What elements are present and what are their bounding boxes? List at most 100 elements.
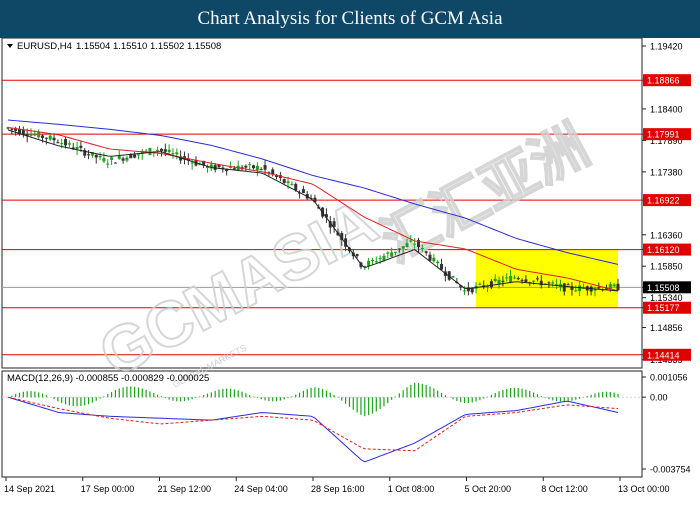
candle-body: [616, 283, 620, 291]
candle-body: [121, 158, 125, 161]
candle-body: [106, 163, 110, 165]
candle-body: [133, 154, 137, 158]
candle-body: [87, 154, 91, 156]
candle-body: [290, 184, 294, 186]
candle-body: [167, 149, 171, 153]
price-tick-label: 1.14856: [650, 323, 683, 333]
level-label: 1.16922: [647, 196, 680, 206]
candle-body: [409, 240, 413, 242]
candle-body: [413, 243, 417, 245]
candle-body: [301, 189, 305, 193]
candle-body: [294, 183, 298, 191]
time-tick-label: 13 Oct 00:00: [618, 484, 670, 494]
candle-body: [148, 148, 152, 155]
candle-body: [125, 157, 129, 161]
candle-body: [374, 261, 378, 263]
candle-body: [370, 260, 374, 262]
price-tick-label: 1.17380: [650, 167, 683, 177]
time-tick-label: 1 Oct 08:00: [388, 484, 435, 494]
candle-body: [382, 255, 386, 261]
time-tick-label: 21 Sep 12:00: [158, 484, 212, 494]
candle-body: [156, 149, 160, 151]
candle-body: [501, 280, 505, 282]
candle-body: [33, 134, 37, 136]
candle-body: [232, 168, 236, 170]
candle-body: [532, 280, 536, 282]
price-chart[interactable]: GCMASIA 汇汇亚洲 GLOBAL MARKETS 1.194201.188…: [0, 37, 700, 500]
candle-body: [478, 283, 482, 285]
candle-body: [64, 139, 68, 146]
candle-body: [136, 154, 140, 156]
current-price-label: 1.15508: [647, 283, 680, 293]
candle-body: [497, 279, 501, 284]
price-tick-label: 1.15340: [650, 293, 683, 303]
candle-body: [355, 254, 359, 257]
candle-body: [578, 285, 582, 292]
candle-body: [56, 142, 60, 144]
candle-body: [378, 258, 382, 260]
candle-body: [428, 254, 432, 261]
level-label: 1.14414: [647, 350, 680, 360]
candle-body: [10, 128, 14, 130]
macd-tick-label: 0.001056: [650, 373, 688, 383]
time-tick-label: 24 Sep 04:00: [234, 484, 288, 494]
time-tick-label: 14 Sep 2021: [4, 484, 55, 494]
candle-body: [401, 246, 405, 249]
candle-body: [489, 281, 493, 288]
candle-body: [512, 277, 516, 279]
candle-body: [48, 135, 52, 140]
candle-body: [94, 154, 98, 158]
level-label: 1.18866: [647, 76, 680, 86]
candle-body: [386, 252, 390, 254]
candle-body: [440, 264, 444, 270]
symbol-label: EURUSD,H4: [17, 41, 72, 52]
candle-body: [159, 148, 163, 151]
candle-body: [612, 284, 616, 287]
price-tick-label: 1.16360: [650, 230, 683, 240]
candle-body: [282, 179, 286, 184]
page-title-banner: Chart Analysis for Clients of GCM Asia: [0, 0, 700, 38]
macd-tick-label: -0.003754: [650, 465, 691, 475]
candle-body: [110, 157, 114, 160]
price-tick-label: 1.18400: [650, 104, 683, 114]
candle-body: [79, 145, 83, 148]
candle-body: [516, 278, 520, 280]
candle-body: [113, 162, 117, 164]
highlight-zone-layer: [476, 249, 618, 308]
candle-body: [509, 276, 513, 283]
candle-body: [75, 146, 79, 150]
price-tick-label: 1.19420: [650, 42, 683, 52]
candle-body: [255, 165, 259, 171]
candle-body: [424, 251, 428, 253]
candle-body: [486, 286, 490, 288]
level-label: 1.17991: [647, 130, 680, 140]
time-tick-label: 17 Sep 00:00: [81, 484, 135, 494]
candle-body: [436, 261, 440, 264]
candle-body: [286, 181, 290, 184]
candle-body: [547, 282, 551, 284]
time-tick-label: 8 Oct 12:00: [541, 484, 588, 494]
candle-body: [551, 282, 555, 284]
consolidation-zone: [476, 249, 618, 308]
candle-body: [493, 278, 497, 282]
candle-body: [524, 279, 528, 282]
candle-body: [393, 251, 397, 253]
candle-body: [98, 155, 102, 158]
candle-body: [566, 284, 570, 286]
candle-body: [390, 252, 394, 257]
candle-body: [229, 167, 233, 169]
level-label: 1.15177: [647, 303, 680, 313]
candle-body: [252, 165, 256, 169]
time-axis: 14 Sep 2021 17 Sep 00:00 21 Sep 12:00 24 Se…: [4, 477, 670, 494]
price-axis: 1.194201.188661.184001.179911.178901.173…: [642, 42, 691, 365]
candle-body: [163, 149, 167, 152]
candle-body: [451, 276, 455, 278]
candle-body: [263, 165, 267, 170]
candle-body: [52, 137, 56, 141]
candle-body: [117, 155, 121, 159]
candle-body: [405, 243, 409, 248]
chart-container: GCMASIA 汇汇亚洲 GLOBAL MARKETS 1.194201.188…: [0, 37, 700, 500]
candle-body: [60, 143, 64, 145]
candle-body: [520, 279, 524, 281]
page-title: Chart Analysis for Clients of GCM Asia: [197, 8, 503, 29]
